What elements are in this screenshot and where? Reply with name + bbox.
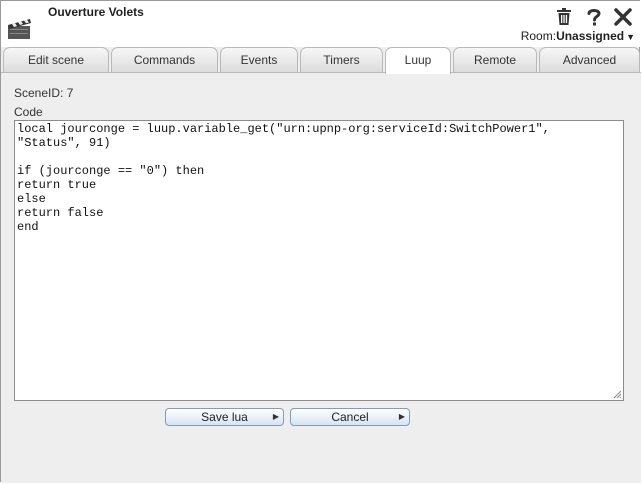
save-lua-label: Save lua [201,410,248,424]
chevron-down-icon: ▼ [626,32,635,42]
tab-luup[interactable]: Luup [385,47,451,74]
room-selector[interactable]: Room:Unassigned ▼ [521,29,635,43]
resize-handle-icon[interactable] [613,390,621,398]
code-label: Code [14,105,43,119]
scene-id-label: SceneID: 7 [14,86,74,100]
chevron-right-icon: ▶ [272,412,279,421]
code-text: local jourconge = luup.variable_get("urn… [17,122,550,234]
tab-edit-scene[interactable]: Edit scene [3,47,109,72]
close-icon[interactable] [613,7,633,27]
save-lua-button[interactable]: Save lua ▶ [165,408,284,426]
clapperboard-icon [8,19,31,39]
scene-editor-window: Ouverture Volets Room:Unassigned ▼ Edit s… [0,0,641,483]
help-icon[interactable] [584,7,604,27]
chevron-right-icon: ▶ [398,412,405,421]
tab-timers[interactable]: Timers [300,47,383,72]
tab-bar: Edit scene Commands Events Timers Luup R… [1,47,641,74]
trash-icon[interactable] [554,7,574,27]
tab-events[interactable]: Events [220,47,298,72]
cancel-label: Cancel [331,410,369,424]
cancel-button[interactable]: Cancel ▶ [290,408,410,426]
tab-remote[interactable]: Remote [453,47,537,72]
tab-advanced[interactable]: Advanced [539,47,640,72]
code-editor[interactable]: local jourconge = luup.variable_get("urn… [14,120,624,401]
room-value: Unassigned [556,29,625,43]
luup-panel: SceneID: 7 Code local jourconge = luup.v… [1,73,641,483]
window-header: Ouverture Volets Room:Unassigned ▼ [1,1,641,47]
window-title: Ouverture Volets [48,5,144,19]
room-label: Room: [520,29,557,43]
tab-commands[interactable]: Commands [111,47,218,72]
